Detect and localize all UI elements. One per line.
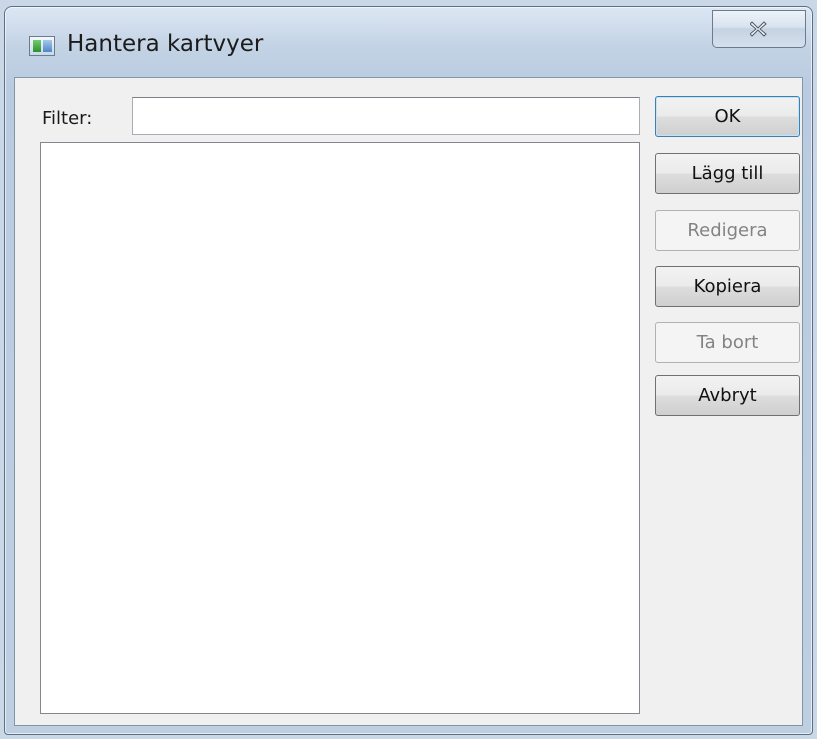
filter-label: Filter:: [42, 108, 93, 129]
copy-button[interactable]: Kopiera: [655, 266, 800, 307]
map-view-list[interactable]: [40, 142, 640, 714]
dialog-content: Filter: OK Lägg till Redigera Kopiera Ta…: [14, 77, 803, 726]
remove-button[interactable]: Ta bort: [655, 322, 800, 363]
window-title: Hantera kartvyer: [67, 31, 264, 57]
close-x-icon: [750, 21, 767, 37]
add-button[interactable]: Lägg till: [655, 153, 800, 194]
title-bar[interactable]: Hantera kartvyer: [5, 7, 812, 77]
cancel-button[interactable]: Avbryt: [655, 375, 800, 416]
map-view-icon: [29, 36, 55, 56]
close-button[interactable]: [712, 10, 806, 48]
edit-button[interactable]: Redigera: [655, 210, 800, 251]
filter-input[interactable]: [132, 97, 640, 135]
dialog-window: Hantera kartvyer Filter: OK Lägg till Re…: [4, 6, 813, 735]
ok-button[interactable]: OK: [655, 96, 800, 137]
